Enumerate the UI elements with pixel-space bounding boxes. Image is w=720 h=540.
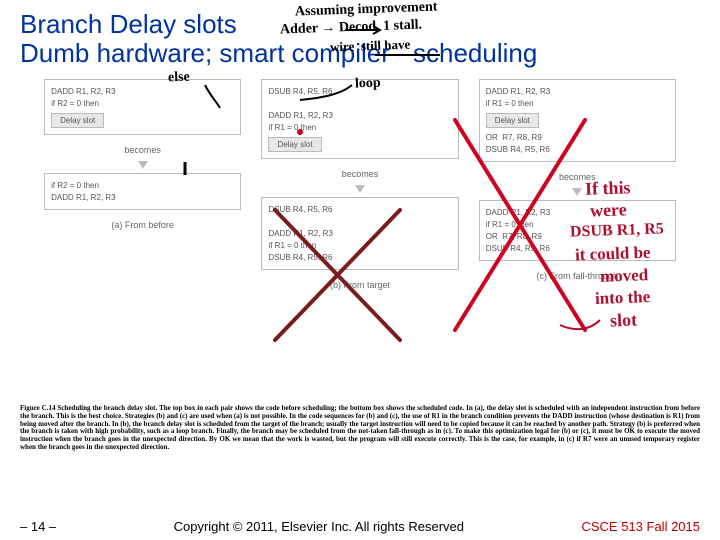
col-a-top-box: DADD R1, R2, R3 if R2 = 0 then Delay slo… [44, 79, 241, 135]
title-line1: Branch Delay slots [20, 9, 237, 39]
col-b-top-box: DSUB R4, R5, R6 DADD R1, R2, R3 if R1 = … [261, 79, 458, 159]
code-line: DADD R1, R2, R3 [268, 229, 451, 238]
becomes-label: becomes [342, 169, 379, 179]
becomes-label: becomes [124, 145, 161, 155]
col-c-bot-box: DADD R1, R2, R3 if R1 = 0 then OR R7, R8… [479, 200, 676, 261]
code-line: DADD R1, R2, R3 [51, 87, 234, 96]
col-b-caption: (b) From target [330, 280, 390, 290]
figure-area: DADD R1, R2, R3 if R2 = 0 then Delay slo… [40, 79, 680, 399]
figure-caption: Figure C.14 Scheduling the branch delay … [20, 405, 700, 451]
code-line: if R2 = 0 then [51, 99, 234, 108]
col-a-bot-box: if R2 = 0 then DADD R1, R2, R3 [44, 173, 241, 210]
course-label: CSCE 513 Fall 2015 [581, 519, 700, 534]
slide: Branch Delay slots Dumb hardware; smart … [0, 0, 720, 540]
code-line: if R1 = 0 then [486, 99, 669, 108]
page-number: – 14 – [20, 519, 56, 534]
code-line: if R2 = 0 then [51, 181, 234, 190]
col-a: DADD R1, R2, R3 if R2 = 0 then Delay slo… [40, 79, 245, 399]
title-line2: Dumb hardware; smart compiler - scheduli… [20, 38, 537, 68]
col-b: DSUB R4, R5, R6 DADD R1, R2, R3 if R1 = … [257, 79, 462, 399]
col-c: DADD R1, R2, R3 if R1 = 0 then Delay slo… [475, 79, 680, 399]
footer: – 14 – Copyright © 2011, Elsevier Inc. A… [0, 519, 720, 534]
code-line: if R1 = 0 then [486, 220, 669, 229]
code-line: DADD R1, R2, R3 [51, 193, 234, 202]
code-line: DSUB R4, R5, R6 [486, 244, 669, 253]
code-line: OR R7, R8, R9 [486, 232, 669, 241]
col-c-top-box: DADD R1, R2, R3 if R1 = 0 then Delay slo… [479, 79, 676, 162]
code-gap [268, 217, 451, 226]
slide-title: Branch Delay slots Dumb hardware; smart … [20, 10, 700, 67]
delay-slot-box: Delay slot [268, 137, 321, 152]
code-line: if R1 = 0 then [268, 123, 451, 132]
delay-slot-box: Delay slot [51, 113, 104, 128]
code-line: OR R7, R8, R9 [486, 133, 669, 142]
col-b-bot-box: DSUB R4, R5, R6 DADD R1, R2, R3 if R1 = … [261, 197, 458, 270]
code-line: DSUB R4, R5, R6 [268, 205, 451, 214]
col-c-caption: (c) From fall-through [537, 271, 619, 281]
code-line: if R1 = 0 then [268, 241, 451, 250]
delay-slot-box: Delay slot [486, 113, 539, 128]
becomes-label: becomes [559, 172, 596, 182]
col-a-caption: (a) From before [111, 220, 174, 230]
code-gap [268, 99, 451, 108]
arrow-down-icon [572, 188, 582, 196]
arrow-down-icon [355, 185, 365, 193]
code-line: DADD R1, R2, R3 [486, 87, 669, 96]
copyright: Copyright © 2011, Elsevier Inc. All righ… [56, 519, 581, 534]
code-line: DADD R1, R2, R3 [268, 111, 451, 120]
code-line: DSUB R4, R5, R6 [268, 87, 451, 96]
code-line: DSUB R4, R5, R6 [486, 145, 669, 154]
code-line: DADD R1, R2, R3 [486, 208, 669, 217]
arrow-down-icon [138, 161, 148, 169]
code-line: DSUB R4, R5, R6 [268, 253, 451, 262]
